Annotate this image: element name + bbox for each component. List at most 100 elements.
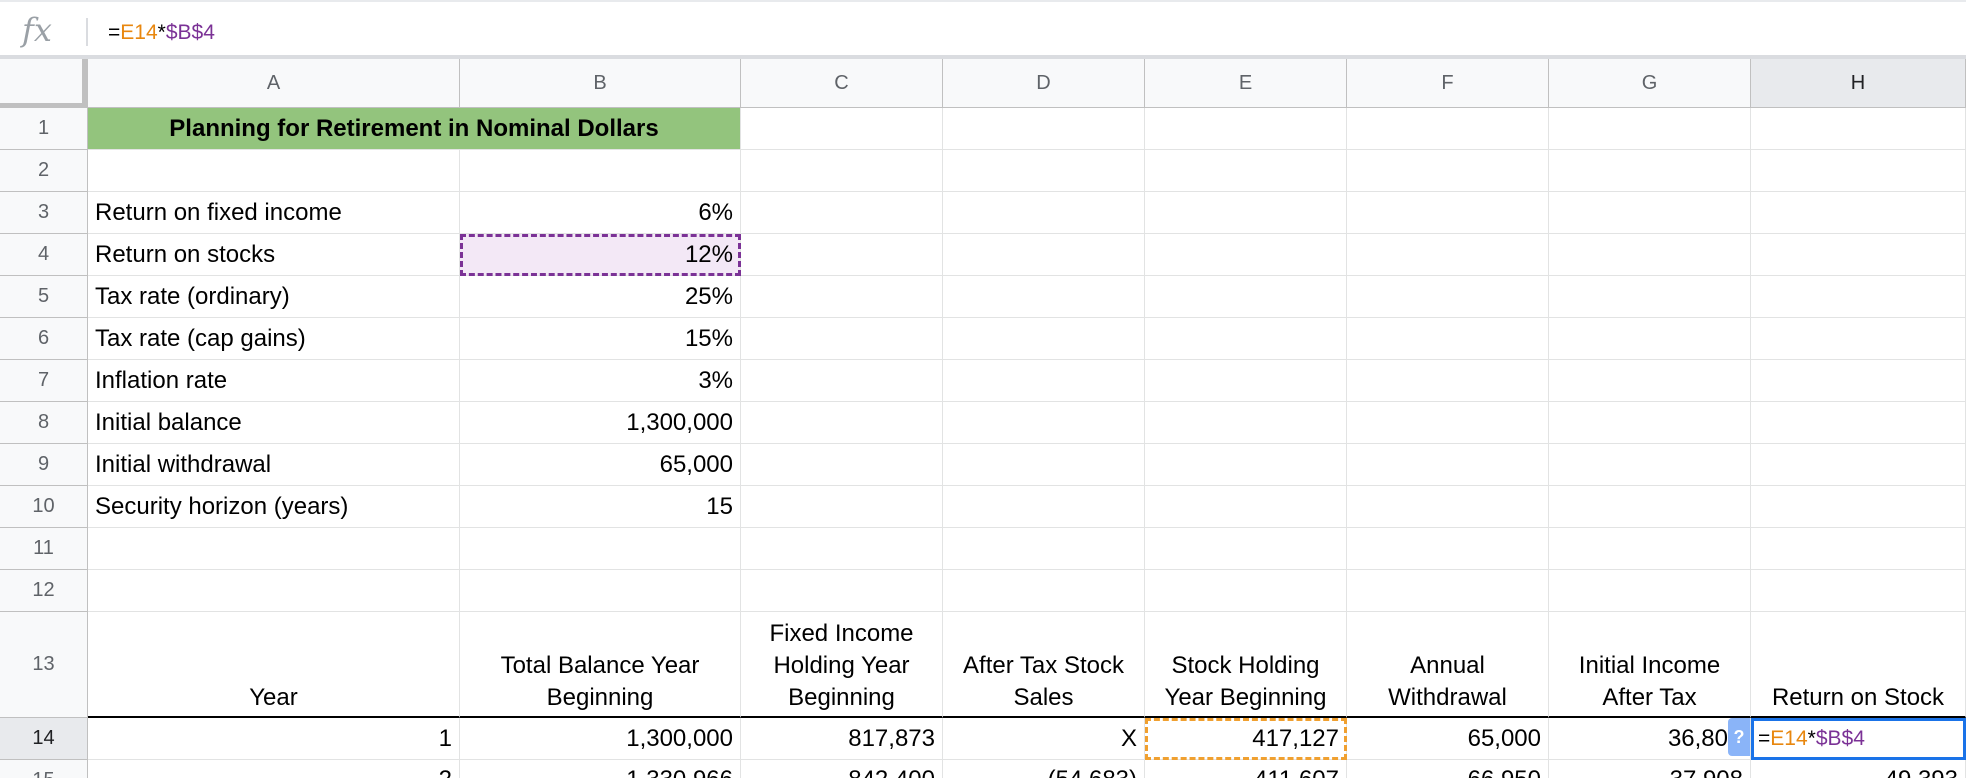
- cell-d15[interactable]: (54,683): [943, 760, 1145, 778]
- empty-cell[interactable]: [741, 444, 943, 486]
- empty-cell[interactable]: [1549, 444, 1751, 486]
- empty-cell[interactable]: [1347, 570, 1549, 612]
- empty-cell[interactable]: [741, 276, 943, 318]
- row-header-1[interactable]: 1: [0, 108, 88, 150]
- empty-cell[interactable]: [1549, 276, 1751, 318]
- param-label[interactable]: Initial withdrawal: [88, 444, 460, 486]
- empty-cell[interactable]: [1145, 276, 1347, 318]
- empty-cell[interactable]: [1751, 150, 1966, 192]
- param-value[interactable]: 15%: [460, 318, 741, 360]
- cell-f14[interactable]: 65,000: [1347, 718, 1549, 760]
- empty-cell[interactable]: [741, 360, 943, 402]
- sheet-title[interactable]: Planning for Retirement in Nominal Dolla…: [88, 108, 741, 150]
- cell-d14[interactable]: X: [943, 718, 1145, 760]
- row-header-3[interactable]: 3: [0, 192, 88, 234]
- empty-cell[interactable]: [741, 234, 943, 276]
- empty-cell[interactable]: [943, 192, 1145, 234]
- param-value[interactable]: 6%: [460, 192, 741, 234]
- empty-cell[interactable]: [1145, 570, 1347, 612]
- cell-h15[interactable]: 49,393: [1751, 760, 1966, 778]
- empty-cell[interactable]: [1347, 528, 1549, 570]
- empty-cell[interactable]: [1347, 234, 1549, 276]
- empty-cell[interactable]: [1347, 402, 1549, 444]
- column-header-b[interactable]: B: [460, 59, 741, 108]
- empty-cell[interactable]: [460, 528, 741, 570]
- empty-cell[interactable]: [1347, 360, 1549, 402]
- param-value[interactable]: 15: [460, 486, 741, 528]
- cell[interactable]: [1549, 108, 1751, 150]
- empty-cell[interactable]: [460, 150, 741, 192]
- empty-cell[interactable]: [88, 150, 460, 192]
- empty-cell[interactable]: [943, 528, 1145, 570]
- header-initial-income[interactable]: Initial Income After Tax: [1549, 612, 1751, 718]
- header-return-on-stock[interactable]: Return on Stock: [1751, 612, 1966, 718]
- empty-cell[interactable]: [1347, 486, 1549, 528]
- column-header-f[interactable]: F: [1347, 59, 1549, 108]
- empty-cell[interactable]: [741, 486, 943, 528]
- empty-cell[interactable]: [1751, 192, 1966, 234]
- cell-e15[interactable]: 411,607: [1145, 760, 1347, 778]
- empty-cell[interactable]: [1145, 150, 1347, 192]
- empty-cell[interactable]: [943, 234, 1145, 276]
- row-header-13[interactable]: 13: [0, 612, 88, 718]
- cell[interactable]: [943, 108, 1145, 150]
- param-value[interactable]: 25%: [460, 276, 741, 318]
- row-header-11[interactable]: 11: [0, 528, 88, 570]
- param-value[interactable]: 65,000: [460, 444, 741, 486]
- empty-cell[interactable]: [1145, 318, 1347, 360]
- column-header-a[interactable]: A: [88, 59, 460, 108]
- empty-cell[interactable]: [1347, 150, 1549, 192]
- empty-cell[interactable]: [1145, 360, 1347, 402]
- empty-cell[interactable]: [1549, 402, 1751, 444]
- empty-cell[interactable]: [943, 402, 1145, 444]
- row-header-7[interactable]: 7: [0, 360, 88, 402]
- cell-e14-referenced[interactable]: 417,127: [1145, 718, 1347, 760]
- cell-f15[interactable]: 66,950: [1347, 760, 1549, 778]
- empty-cell[interactable]: [1549, 150, 1751, 192]
- select-all-corner[interactable]: [0, 59, 88, 108]
- empty-cell[interactable]: [943, 276, 1145, 318]
- empty-cell[interactable]: [1145, 444, 1347, 486]
- empty-cell[interactable]: [1751, 570, 1966, 612]
- cell-c15[interactable]: 842,400: [741, 760, 943, 778]
- empty-cell[interactable]: [1145, 192, 1347, 234]
- param-value[interactable]: 1,300,000: [460, 402, 741, 444]
- empty-cell[interactable]: [1751, 276, 1966, 318]
- empty-cell[interactable]: [1549, 234, 1751, 276]
- row-header-5[interactable]: 5: [0, 276, 88, 318]
- empty-cell[interactable]: [1549, 360, 1751, 402]
- header-annual-withdrawal[interactable]: Annual Withdrawal: [1347, 612, 1549, 718]
- empty-cell[interactable]: [741, 570, 943, 612]
- header-total-balance[interactable]: Total Balance Year Beginning: [460, 612, 741, 718]
- empty-cell[interactable]: [88, 570, 460, 612]
- cell-g14[interactable]: 36,80: [1549, 718, 1751, 760]
- empty-cell[interactable]: [1347, 276, 1549, 318]
- cell[interactable]: [1145, 108, 1347, 150]
- row-header-9[interactable]: 9: [0, 444, 88, 486]
- empty-cell[interactable]: [1549, 192, 1751, 234]
- param-label[interactable]: Initial balance: [88, 402, 460, 444]
- empty-cell[interactable]: [1549, 570, 1751, 612]
- active-cell-h14[interactable]: = E14 * $B$4: [1751, 718, 1966, 760]
- empty-cell[interactable]: [943, 360, 1145, 402]
- param-label[interactable]: Return on stocks: [88, 234, 460, 276]
- header-fixed-income[interactable]: Fixed Income Holding Year Beginning: [741, 612, 943, 718]
- empty-cell[interactable]: [1145, 402, 1347, 444]
- formula-input[interactable]: =E14*$B$4: [108, 21, 215, 45]
- cell-b15[interactable]: 1,330,966: [460, 760, 741, 778]
- empty-cell[interactable]: [1751, 360, 1966, 402]
- param-label[interactable]: Inflation rate: [88, 360, 460, 402]
- cell[interactable]: [1751, 108, 1966, 150]
- empty-cell[interactable]: [943, 486, 1145, 528]
- cell-g15[interactable]: 37,908: [1549, 760, 1751, 778]
- empty-cell[interactable]: [741, 528, 943, 570]
- cell-a15[interactable]: 2: [88, 760, 460, 778]
- empty-cell[interactable]: [1549, 318, 1751, 360]
- header-after-tax-stock-sales[interactable]: After Tax Stock Sales: [943, 612, 1145, 718]
- empty-cell[interactable]: [741, 318, 943, 360]
- column-header-d[interactable]: D: [943, 59, 1145, 108]
- empty-cell[interactable]: [1751, 318, 1966, 360]
- empty-cell[interactable]: [460, 570, 741, 612]
- empty-cell[interactable]: [943, 570, 1145, 612]
- empty-cell[interactable]: [741, 150, 943, 192]
